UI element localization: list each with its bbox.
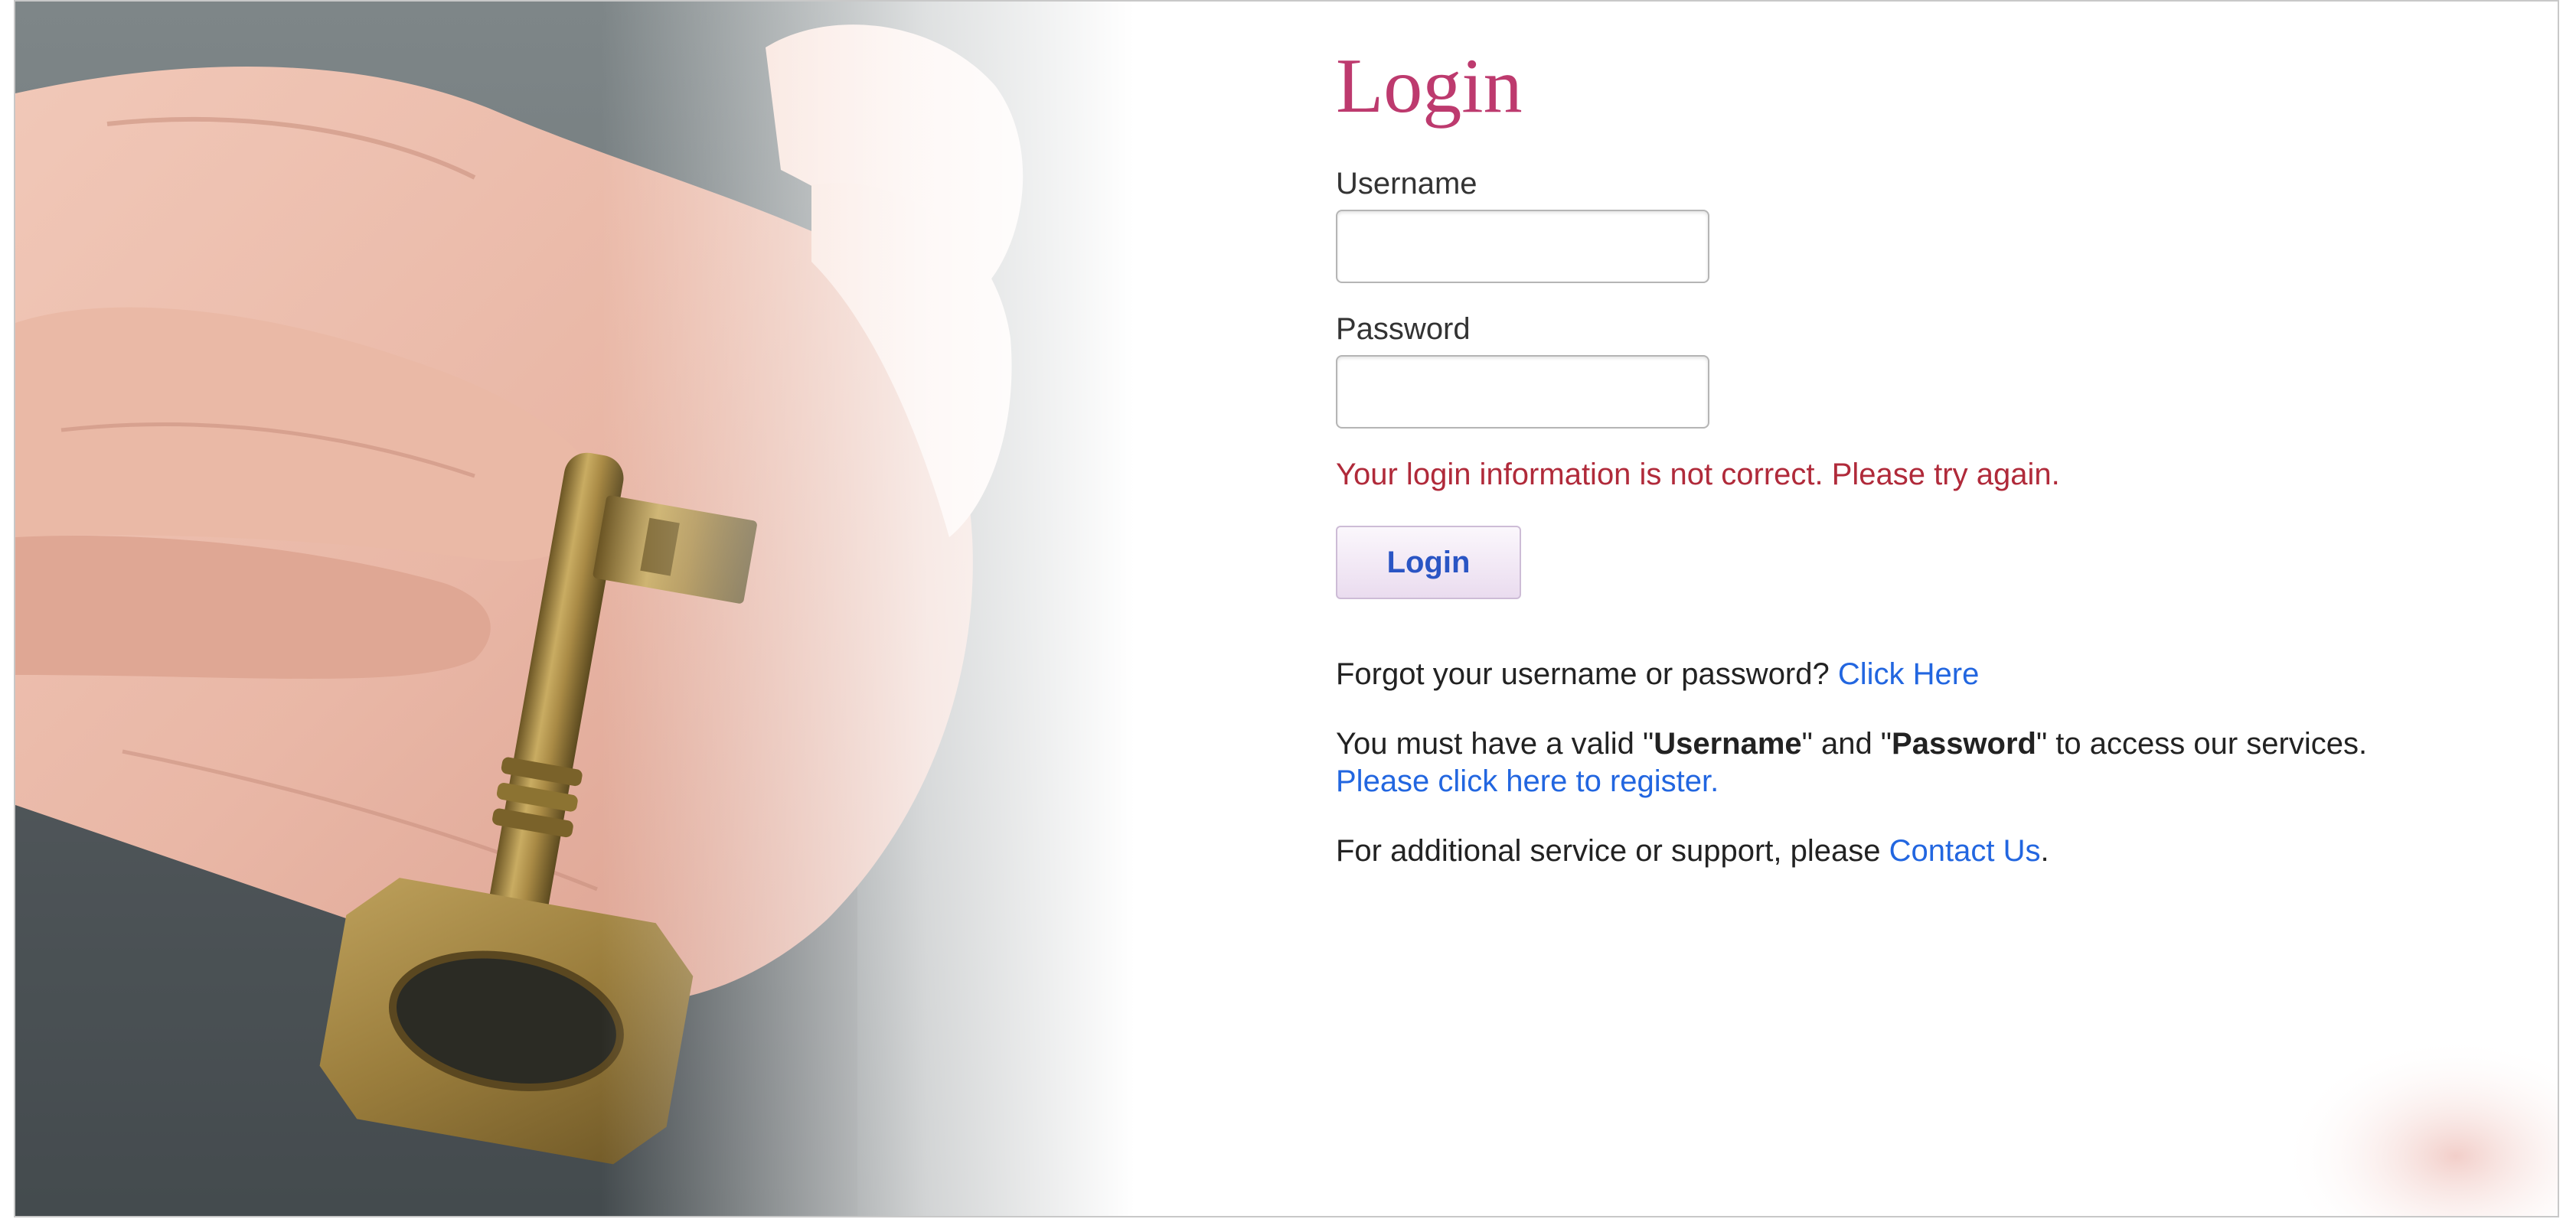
username-label: Username — [1336, 167, 1477, 200]
login-panel: Login Username Password Your login infor… — [1336, 47, 2530, 902]
login-window: Login Username Password Your login infor… — [14, 0, 2559, 1217]
corner-decoration — [2267, 1017, 2558, 1216]
contact-us-link[interactable]: Contact Us — [1889, 834, 2041, 868]
error-message: Your login information is not correct. P… — [1336, 458, 2060, 491]
password-input[interactable] — [1336, 355, 1709, 429]
support-text-line: For additional service or support, pleas… — [1336, 833, 2530, 870]
hero-image — [15, 2, 1317, 1216]
login-button[interactable]: Login — [1336, 526, 1521, 599]
page-title: Login — [1336, 43, 1523, 129]
password-label: Password — [1336, 312, 1471, 346]
requirements-suffix: " to access our services. — [2036, 727, 2368, 761]
forgot-text: Forgot your username or password? — [1336, 657, 1830, 691]
requirements-username: Username — [1654, 727, 1802, 761]
contact-period: . — [2040, 834, 2049, 868]
username-input[interactable] — [1336, 210, 1709, 283]
register-link[interactable]: Please click here to register. — [1336, 764, 1719, 798]
requirements-prefix: You must have a valid " — [1336, 727, 1654, 761]
forgot-click-here-link[interactable]: Click Here — [1838, 657, 1979, 691]
support-text: For additional service or support, pleas… — [1336, 834, 1881, 868]
requirements-and: " and " — [1801, 727, 1892, 761]
forgot-credentials-text: Forgot your username or password? Click … — [1336, 656, 2530, 693]
requirements-text: You must have a valid "Username" and "Pa… — [1336, 725, 2530, 800]
requirements-password: Password — [1892, 727, 2036, 761]
